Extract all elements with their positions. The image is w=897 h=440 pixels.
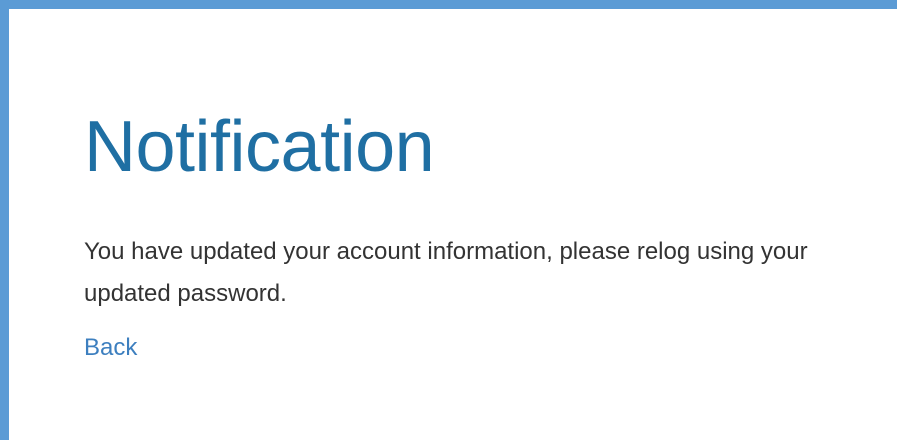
notification-message: You have updated your account informatio… [84, 238, 808, 307]
notification-panel: Notification You have updated your accou… [0, 0, 897, 440]
back-link[interactable]: Back [84, 333, 137, 363]
page-title: Notification [84, 107, 435, 187]
notification-content: Notification You have updated your accou… [84, 107, 864, 363]
